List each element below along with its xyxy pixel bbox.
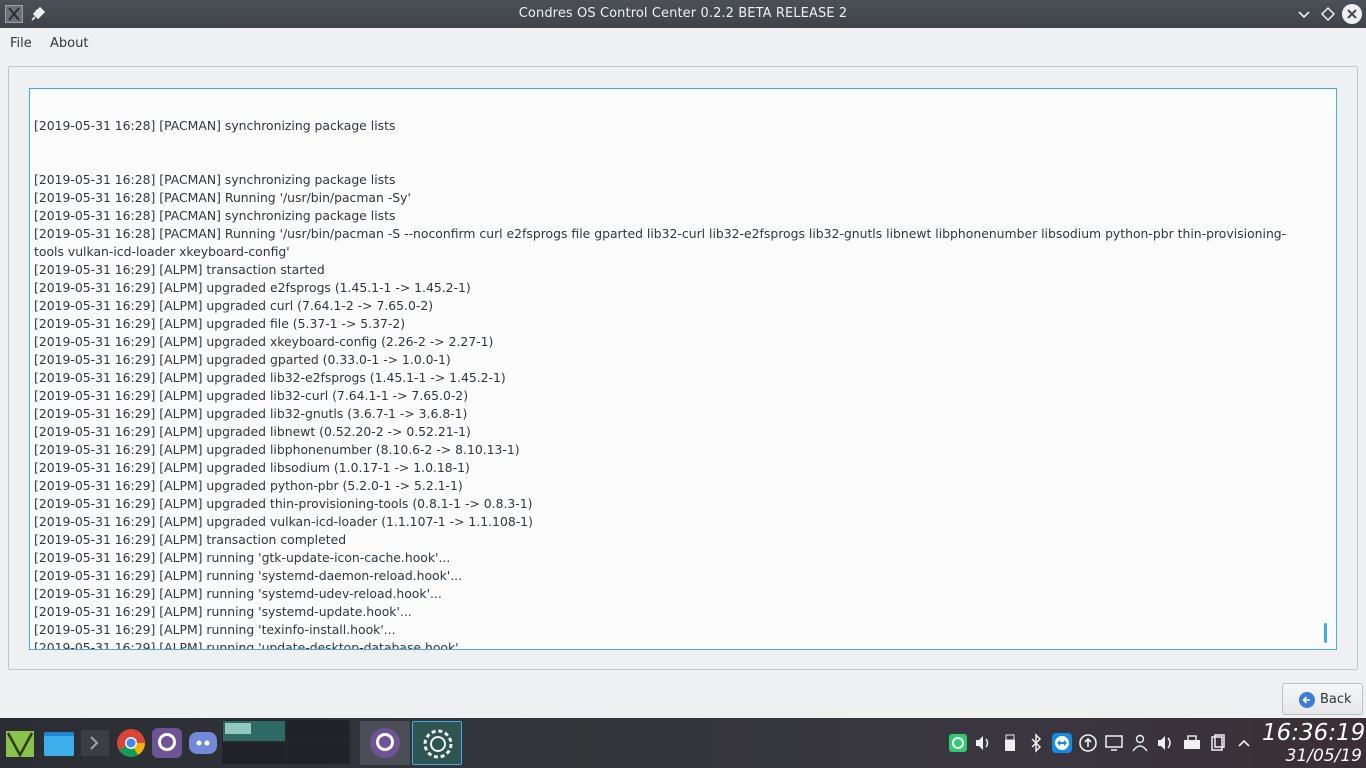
log-line: [2019-05-31 16:29] [ALPM] upgraded file … — [34, 316, 406, 331]
desktop-2[interactable] — [286, 720, 350, 742]
log-line: [2019-05-31 16:29] [ALPM] upgraded curl … — [34, 298, 434, 313]
menu-about[interactable]: About — [50, 36, 88, 51]
file-manager-icon[interactable] — [42, 726, 76, 760]
usb-icon[interactable] — [1000, 733, 1020, 753]
log-scrollbar[interactable] — [1324, 623, 1327, 643]
log-line: [2019-05-31 16:29] [ALPM] running 'syste… — [34, 586, 442, 601]
log-line: [2019-05-31 16:28] [PACMAN] synchronizin… — [34, 208, 396, 223]
log-line: [2019-05-31 16:29] [ALPM] upgraded lib32… — [34, 406, 468, 421]
log-line: [2019-05-31 16:28] [PACMAN] Running '/us… — [34, 226, 1287, 259]
desktop-3[interactable] — [222, 742, 286, 764]
teamviewer-icon[interactable] — [1052, 733, 1072, 753]
desktop-4[interactable] — [286, 742, 350, 764]
back-button[interactable]: Back — [1282, 683, 1363, 715]
log-lines: [2019-05-31 16:28] [PACMAN] synchronizin… — [34, 89, 1314, 650]
menu-bar: File About — [0, 28, 1366, 60]
back-button-label: Back — [1320, 692, 1352, 707]
digital-clock[interactable]: 16:36:19 31/05/19 — [1262, 720, 1366, 766]
log-text-area[interactable]: [2019-05-31 16:28] [PACMAN] synchronizin… — [29, 88, 1337, 650]
github-desktop-icon[interactable] — [150, 726, 184, 760]
minimize-button[interactable] — [1294, 4, 1314, 24]
log-line: [2019-05-31 16:29] [ALPM] upgraded libph… — [34, 442, 520, 457]
log-line: [2019-05-31 16:29] [ALPM] upgraded lib32… — [34, 370, 506, 385]
log-line: [2019-05-31 16:29] [ALPM] running 'updat… — [34, 640, 471, 650]
launcher-icon[interactable] — [4, 726, 38, 760]
log-line: [2019-05-31 16:29] [ALPM] running 'gtk-u… — [34, 550, 451, 565]
task-control-center[interactable] — [412, 721, 462, 765]
task-github-desktop[interactable] — [360, 721, 410, 765]
clock-time: 16:36:19 — [1262, 720, 1366, 746]
window-title: Condres OS Control Center 0.2.2 BETA REL… — [518, 6, 848, 21]
updates-icon[interactable] — [1078, 733, 1098, 753]
log-line: [2019-05-31 16:29] [ALPM] upgraded pytho… — [34, 478, 463, 493]
chrome-icon[interactable] — [114, 726, 148, 760]
log-line: [2019-05-31 16:29] [ALPM] transaction co… — [34, 532, 347, 547]
log-line: [2019-05-31 16:28] [PACMAN] synchronizin… — [34, 172, 396, 187]
display-icon[interactable] — [1104, 733, 1124, 753]
close-button[interactable] — [1342, 4, 1362, 24]
clipboard-icon[interactable] — [1208, 733, 1228, 753]
log-line: [2019-05-31 16:29] [ALPM] transaction st… — [34, 262, 325, 277]
log-line: [2019-05-31 16:28] [PACMAN] Running '/us… — [34, 190, 411, 205]
log-line: [2019-05-31 16:29] [ALPM] upgraded thin-… — [34, 496, 533, 511]
log-line: [2019-05-31 16:29] [ALPM] upgraded xkeyb… — [34, 334, 494, 349]
expand-tray-icon[interactable] — [1234, 733, 1254, 753]
user-icon[interactable] — [1130, 733, 1150, 753]
log-line: [2019-05-31 16:29] [ALPM] upgraded gpart… — [34, 352, 451, 367]
network-icon[interactable] — [948, 733, 968, 753]
discord-icon[interactable] — [186, 726, 220, 760]
log-line-partial: [2019-05-31 16:28] [PACMAN] synchronizin… — [34, 118, 396, 133]
maximize-button[interactable] — [1318, 4, 1338, 24]
title-bar[interactable]: Condres OS Control Center 0.2.2 BETA REL… — [0, 0, 1366, 28]
volume-icon[interactable] — [973, 733, 993, 753]
clock-date: 31/05/19 — [1285, 746, 1362, 766]
log-line: [2019-05-31 16:29] [ALPM] upgraded lib32… — [34, 388, 469, 403]
log-line: [2019-05-31 16:29] [ALPM] upgraded vulka… — [34, 514, 533, 529]
back-arrow-icon — [1299, 692, 1315, 708]
log-line: [2019-05-31 16:29] [ALPM] running 'syste… — [34, 604, 412, 619]
menu-file[interactable]: File — [10, 36, 32, 51]
audio-icon[interactable] — [1155, 733, 1175, 753]
bluetooth-icon[interactable] — [1026, 733, 1046, 753]
desktop-1[interactable] — [222, 720, 286, 742]
log-line: [2019-05-31 16:29] [ALPM] running 'syste… — [34, 568, 463, 583]
printer-icon[interactable] — [1182, 733, 1202, 753]
log-line: [2019-05-31 16:29] [ALPM] upgraded e2fsp… — [34, 280, 471, 295]
log-line: [2019-05-31 16:29] [ALPM] upgraded libso… — [34, 460, 470, 475]
terminal-icon[interactable] — [78, 726, 112, 760]
log-line: [2019-05-31 16:29] [ALPM] running 'texin… — [34, 622, 396, 637]
log-line: [2019-05-31 16:29] [ALPM] upgraded libne… — [34, 424, 471, 439]
